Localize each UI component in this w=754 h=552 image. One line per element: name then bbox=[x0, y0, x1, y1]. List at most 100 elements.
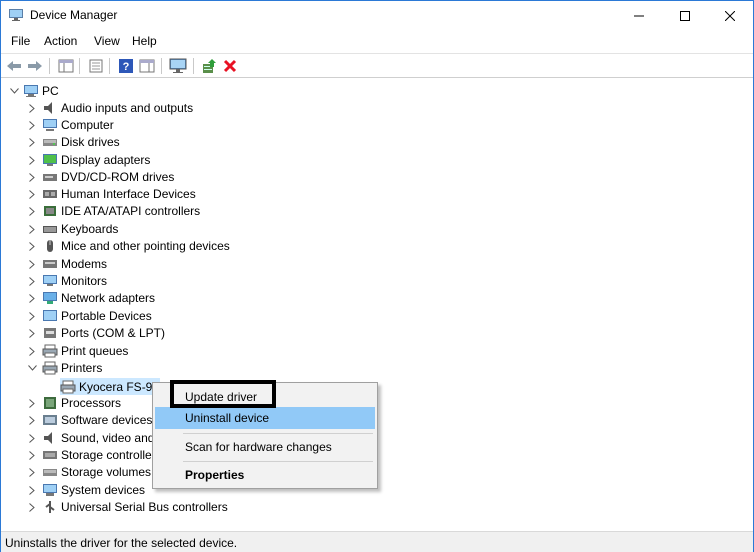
menu-action[interactable]: Action bbox=[44, 34, 77, 48]
back-arrow-icon[interactable] bbox=[5, 58, 23, 74]
computer-icon bbox=[23, 84, 39, 98]
collapsed-chevron-icon[interactable] bbox=[27, 346, 37, 356]
software-device-icon bbox=[42, 413, 58, 427]
status-text: Uninstalls the driver for the selected d… bbox=[5, 536, 238, 550]
collapsed-chevron-icon[interactable] bbox=[27, 311, 37, 321]
device-kyocera-printer[interactable]: Kyocera FS-92 bbox=[60, 378, 160, 395]
update-driver-icon[interactable] bbox=[200, 58, 218, 74]
tree-category-audio[interactable]: Audio inputs and outputs bbox=[27, 99, 193, 116]
menu-bar: File Action View Help bbox=[1, 31, 753, 52]
tree-category-label: System devices bbox=[61, 482, 146, 497]
menu-file[interactable]: File bbox=[11, 34, 30, 48]
tree-category-ide-ata[interactable]: IDE ATA/ATAPI controllers bbox=[27, 202, 200, 219]
collapsed-chevron-icon[interactable] bbox=[27, 155, 37, 165]
close-button[interactable] bbox=[707, 1, 753, 31]
expanded-chevron-icon[interactable] bbox=[27, 363, 37, 373]
computer-icon bbox=[42, 118, 58, 132]
highlight-box bbox=[170, 380, 276, 408]
forward-arrow-icon[interactable] bbox=[26, 58, 44, 74]
tree-category-label: Print queues bbox=[61, 343, 129, 358]
modem-icon bbox=[42, 257, 58, 271]
title-bar: Device Manager bbox=[1, 1, 753, 31]
collapsed-chevron-icon[interactable] bbox=[27, 328, 37, 338]
tree-category-network-adapters[interactable]: Network adapters bbox=[27, 289, 155, 306]
maximize-button[interactable] bbox=[662, 1, 708, 31]
collapsed-chevron-icon[interactable] bbox=[27, 293, 37, 303]
window-title: Device Manager bbox=[30, 8, 118, 22]
tree-category-label: Portable Devices bbox=[61, 308, 152, 323]
tree-category-portable-devices[interactable]: Portable Devices bbox=[27, 307, 152, 324]
tree-category-software-devices[interactable]: Software devices bbox=[27, 411, 152, 428]
collapsed-chevron-icon[interactable] bbox=[27, 224, 37, 234]
show-hide-console-tree-icon[interactable] bbox=[57, 58, 75, 74]
tree-category-keyboards[interactable]: Keyboards bbox=[27, 220, 118, 237]
menu-view[interactable]: View bbox=[94, 34, 120, 48]
tree-category-hid[interactable]: Human Interface Devices bbox=[27, 185, 196, 202]
ctx-scan-hardware[interactable]: Scan for hardware changes bbox=[155, 436, 375, 458]
collapsed-chevron-icon[interactable] bbox=[27, 276, 37, 286]
tree-category-label: Network adapters bbox=[61, 290, 156, 305]
ctx-uninstall-device[interactable]: Uninstall device bbox=[155, 407, 375, 429]
tree-category-display-adapters[interactable]: Display adapters bbox=[27, 151, 150, 168]
tree-category-storage-controllers[interactable]: Storage controlle bbox=[27, 446, 152, 463]
collapsed-chevron-icon[interactable] bbox=[27, 241, 37, 251]
tree-category-label: Monitors bbox=[61, 273, 108, 288]
port-icon bbox=[42, 326, 58, 340]
collapsed-chevron-icon[interactable] bbox=[27, 103, 37, 113]
tree-category-dvd-cdrom[interactable]: DVD/CD-ROM drives bbox=[27, 168, 174, 185]
scan-hardware-monitor-icon[interactable] bbox=[169, 58, 187, 74]
tree-category-system-devices[interactable]: System devices bbox=[27, 481, 145, 498]
collapsed-chevron-icon[interactable] bbox=[27, 433, 37, 443]
minimize-button[interactable] bbox=[616, 1, 662, 31]
menu-help[interactable]: Help bbox=[132, 34, 157, 48]
properties-sheet-icon[interactable] bbox=[87, 58, 105, 74]
device-label: Kyocera FS-92 bbox=[79, 379, 160, 394]
printer-icon bbox=[42, 361, 58, 375]
hid-icon bbox=[42, 187, 58, 201]
toolbar-separator bbox=[49, 58, 50, 74]
toolbar-separator bbox=[79, 58, 80, 74]
tree-category-mice[interactable]: Mice and other pointing devices bbox=[27, 237, 230, 254]
uninstall-red-x-icon[interactable] bbox=[221, 58, 239, 74]
tree-category-label: Sound, video and bbox=[61, 430, 155, 445]
portable-device-icon bbox=[42, 309, 58, 323]
collapsed-chevron-icon[interactable] bbox=[27, 206, 37, 216]
tree-category-label: IDE ATA/ATAPI controllers bbox=[61, 203, 201, 218]
collapsed-chevron-icon[interactable] bbox=[27, 137, 37, 147]
collapsed-chevron-icon[interactable] bbox=[27, 259, 37, 269]
tree-category-monitors[interactable]: Monitors bbox=[27, 272, 107, 289]
collapsed-chevron-icon[interactable] bbox=[27, 398, 37, 408]
tree-category-print-queues[interactable]: Print queues bbox=[27, 342, 128, 359]
collapsed-chevron-icon[interactable] bbox=[27, 485, 37, 495]
toolbar-separator bbox=[161, 58, 162, 74]
tree-category-printers[interactable]: Printers bbox=[27, 359, 102, 376]
tree-category-storage-volumes[interactable]: Storage volumes bbox=[27, 463, 151, 480]
tree-category-label: Universal Serial Bus controllers bbox=[61, 499, 228, 514]
tree-category-label: Storage controlle bbox=[61, 447, 152, 462]
svg-text:?: ? bbox=[123, 61, 130, 73]
expanded-chevron-icon[interactable] bbox=[9, 86, 19, 96]
collapsed-chevron-icon[interactable] bbox=[27, 502, 37, 512]
toolbar: ? bbox=[1, 53, 753, 78]
collapsed-chevron-icon[interactable] bbox=[27, 467, 37, 477]
tree-category-ports[interactable]: Ports (COM & LPT) bbox=[27, 324, 165, 341]
collapsed-chevron-icon[interactable] bbox=[27, 120, 37, 130]
collapsed-chevron-icon[interactable] bbox=[27, 415, 37, 425]
tree-root-pc[interactable]: PC bbox=[9, 82, 59, 99]
tree-category-modems[interactable]: Modems bbox=[27, 255, 107, 272]
storage-volume-icon bbox=[42, 465, 58, 479]
ctx-properties[interactable]: Properties bbox=[155, 464, 375, 486]
action-pane-icon[interactable] bbox=[138, 58, 156, 74]
tree-category-sound-video[interactable]: Sound, video and bbox=[27, 429, 154, 446]
help-icon[interactable]: ? bbox=[117, 58, 135, 74]
tree-category-label: Storage volumes bbox=[61, 464, 152, 479]
collapsed-chevron-icon[interactable] bbox=[27, 450, 37, 460]
tree-category-processors[interactable]: Processors bbox=[27, 394, 121, 411]
tree-category-usb-controllers[interactable]: Universal Serial Bus controllers bbox=[27, 498, 228, 515]
collapsed-chevron-icon[interactable] bbox=[27, 172, 37, 182]
tree-category-computer[interactable]: Computer bbox=[27, 116, 114, 133]
tree-category-disk-drives[interactable]: Disk drives bbox=[27, 133, 120, 150]
ctx-uninstall-device-label: Uninstall device bbox=[185, 411, 270, 425]
storage-controller-icon bbox=[42, 448, 58, 462]
collapsed-chevron-icon[interactable] bbox=[27, 189, 37, 199]
